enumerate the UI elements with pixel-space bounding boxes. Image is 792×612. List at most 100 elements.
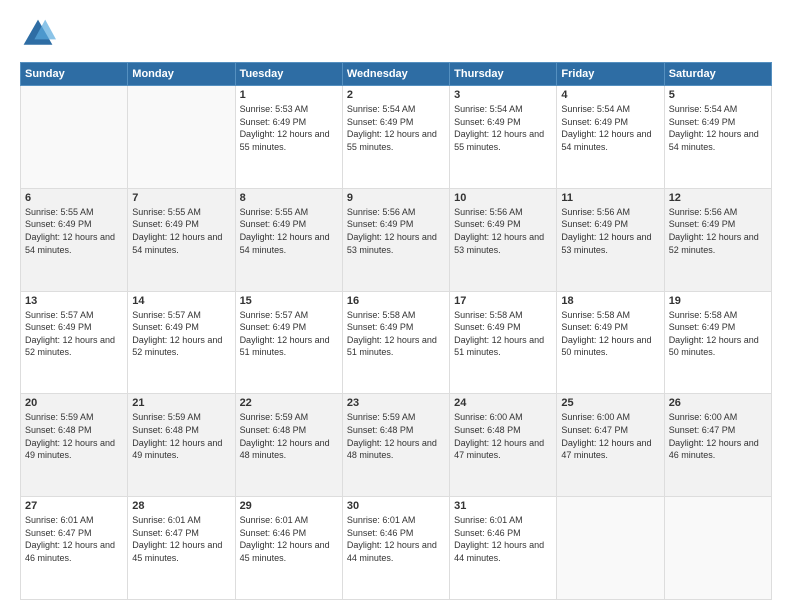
calendar-week-4: 20 Sunrise: 5:59 AMSunset: 6:48 PMDayligh… [21,394,772,497]
day-number: 17 [454,295,552,307]
calendar: SundayMondayTuesdayWednesdayThursdayFrid… [20,62,772,600]
calendar-cell: 9 Sunrise: 5:56 AMSunset: 6:49 PMDaylight… [342,188,449,291]
calendar-cell: 7 Sunrise: 5:55 AMSunset: 6:49 PMDaylight… [128,188,235,291]
day-number: 23 [347,397,445,409]
calendar-cell: 27 Sunrise: 6:01 AMSunset: 6:47 PMDayligh… [21,497,128,600]
calendar-cell: 29 Sunrise: 6:01 AMSunset: 6:46 PMDayligh… [235,497,342,600]
day-number: 19 [669,295,767,307]
day-info: Sunrise: 5:59 AMSunset: 6:48 PMDaylight:… [240,411,338,461]
calendar-cell: 14Sunrise: 5:57 AMSunset: 6:49 PMDayligh… [128,291,235,394]
day-info: Sunrise: 6:00 AMSunset: 6:48 PMDaylight:… [454,411,552,461]
calendar-cell [664,497,771,600]
day-number: 4 [561,89,659,101]
calendar-cell: 6 Sunrise: 5:55 AMSunset: 6:49 PMDaylight… [21,188,128,291]
day-info: Sunrise: 5:53 AMSunset: 6:49 PMDaylight:… [240,103,338,153]
day-info: Sunrise: 6:01 AMSunset: 6:47 PMDaylight:… [132,514,230,564]
day-info: Sunrise: 5:59 AMSunset: 6:48 PMDaylight:… [347,411,445,461]
day-number: 8 [240,192,338,204]
calendar-week-1: 1 Sunrise: 5:53 AMSunset: 6:49 PMDaylight… [21,86,772,189]
day-number: 24 [454,397,552,409]
day-number: 7 [132,192,230,204]
day-number: 1 [240,89,338,101]
calendar-cell: 23 Sunrise: 5:59 AMSunset: 6:48 PMDayligh… [342,394,449,497]
day-number: 29 [240,500,338,512]
calendar-cell: 3Sunrise: 5:54 AMSunset: 6:49 PMDaylight… [450,86,557,189]
day-number: 27 [25,500,123,512]
day-number: 31 [454,500,552,512]
calendar-cell: 31 Sunrise: 6:01 AMSunset: 6:46 PMDayligh… [450,497,557,600]
day-number: 15 [240,295,338,307]
day-number: 10 [454,192,552,204]
day-number: 13 [25,295,123,307]
day-info: Sunrise: 5:54 AMSunset: 6:49 PMDaylight:… [669,103,767,153]
calendar-header-tuesday: Tuesday [235,63,342,86]
calendar-cell: 22 Sunrise: 5:59 AMSunset: 6:48 PMDayligh… [235,394,342,497]
calendar-cell: 5 Sunrise: 5:54 AMSunset: 6:49 PMDaylight… [664,86,771,189]
calendar-week-2: 6 Sunrise: 5:55 AMSunset: 6:49 PMDaylight… [21,188,772,291]
day-number: 6 [25,192,123,204]
calendar-header-thursday: Thursday [450,63,557,86]
day-number: 11 [561,192,659,204]
day-number: 20 [25,397,123,409]
calendar-cell: 4 Sunrise: 5:54 AMSunset: 6:49 PMDaylight… [557,86,664,189]
day-number: 16 [347,295,445,307]
calendar-cell: 16 Sunrise: 5:58 AMSunset: 6:49 PMDayligh… [342,291,449,394]
calendar-cell: 17 Sunrise: 5:58 AMSunset: 6:49 PMDayligh… [450,291,557,394]
day-number: 5 [669,89,767,101]
day-info: Sunrise: 6:01 AMSunset: 6:46 PMDaylight:… [454,514,552,564]
day-info: Sunrise: 5:59 AMSunset: 6:48 PMDaylight:… [25,411,123,461]
day-number: 26 [669,397,767,409]
calendar-cell: 1 Sunrise: 5:53 AMSunset: 6:49 PMDaylight… [235,86,342,189]
logo-icon [20,16,56,52]
calendar-cell: 25 Sunrise: 6:00 AMSunset: 6:47 PMDayligh… [557,394,664,497]
page: SundayMondayTuesdayWednesdayThursdayFrid… [0,0,792,612]
calendar-cell: 18 Sunrise: 5:58 AMSunset: 6:49 PMDayligh… [557,291,664,394]
calendar-cell: 21 Sunrise: 5:59 AMSunset: 6:48 PMDayligh… [128,394,235,497]
day-info: Sunrise: 5:57 AMSunset: 6:49 PMDaylight:… [132,309,230,359]
calendar-cell: 28 Sunrise: 6:01 AMSunset: 6:47 PMDayligh… [128,497,235,600]
logo [20,16,60,52]
day-info: Sunrise: 5:56 AMSunset: 6:49 PMDaylight:… [561,206,659,256]
day-info: Sunrise: 5:57 AMSunset: 6:49 PMDaylight:… [240,309,338,359]
day-info: Sunrise: 5:58 AMSunset: 6:49 PMDaylight:… [454,309,552,359]
day-info: Sunrise: 6:01 AMSunset: 6:46 PMDaylight:… [240,514,338,564]
day-number: 12 [669,192,767,204]
day-info: Sunrise: 5:59 AMSunset: 6:48 PMDaylight:… [132,411,230,461]
day-info: Sunrise: 5:56 AMSunset: 6:49 PMDaylight:… [669,206,767,256]
calendar-header-saturday: Saturday [664,63,771,86]
day-info: Sunrise: 5:55 AMSunset: 6:49 PMDaylight:… [132,206,230,256]
day-number: 9 [347,192,445,204]
day-number: 25 [561,397,659,409]
calendar-cell: 26Sunrise: 6:00 AMSunset: 6:47 PMDayligh… [664,394,771,497]
day-number: 18 [561,295,659,307]
calendar-cell [21,86,128,189]
day-info: Sunrise: 6:01 AMSunset: 6:47 PMDaylight:… [25,514,123,564]
calendar-header-monday: Monday [128,63,235,86]
day-info: Sunrise: 5:58 AMSunset: 6:49 PMDaylight:… [561,309,659,359]
day-info: Sunrise: 5:58 AMSunset: 6:49 PMDaylight:… [347,309,445,359]
calendar-cell: 19Sunrise: 5:58 AMSunset: 6:49 PMDayligh… [664,291,771,394]
day-info: Sunrise: 5:54 AMSunset: 6:49 PMDaylight:… [454,103,552,153]
day-number: 30 [347,500,445,512]
calendar-cell: 11 Sunrise: 5:56 AMSunset: 6:49 PMDayligh… [557,188,664,291]
calendar-cell: 30 Sunrise: 6:01 AMSunset: 6:46 PMDayligh… [342,497,449,600]
day-number: 28 [132,500,230,512]
day-info: Sunrise: 5:54 AMSunset: 6:49 PMDaylight:… [561,103,659,153]
calendar-header-friday: Friday [557,63,664,86]
day-info: Sunrise: 5:54 AMSunset: 6:49 PMDaylight:… [347,103,445,153]
calendar-week-3: 13 Sunrise: 5:57 AMSunset: 6:49 PMDayligh… [21,291,772,394]
day-info: Sunrise: 5:55 AMSunset: 6:49 PMDaylight:… [25,206,123,256]
day-info: Sunrise: 5:56 AMSunset: 6:49 PMDaylight:… [454,206,552,256]
calendar-header-row: SundayMondayTuesdayWednesdayThursdayFrid… [21,63,772,86]
day-info: Sunrise: 5:55 AMSunset: 6:49 PMDaylight:… [240,206,338,256]
day-info: Sunrise: 5:56 AMSunset: 6:49 PMDaylight:… [347,206,445,256]
calendar-cell: 8 Sunrise: 5:55 AMSunset: 6:49 PMDaylight… [235,188,342,291]
calendar-cell: 24 Sunrise: 6:00 AMSunset: 6:48 PMDayligh… [450,394,557,497]
day-number: 21 [132,397,230,409]
calendar-cell: 20 Sunrise: 5:59 AMSunset: 6:48 PMDayligh… [21,394,128,497]
day-info: Sunrise: 6:00 AMSunset: 6:47 PMDaylight:… [561,411,659,461]
day-info: Sunrise: 6:01 AMSunset: 6:46 PMDaylight:… [347,514,445,564]
header [20,16,772,52]
day-number: 22 [240,397,338,409]
calendar-cell: 10 Sunrise: 5:56 AMSunset: 6:49 PMDayligh… [450,188,557,291]
